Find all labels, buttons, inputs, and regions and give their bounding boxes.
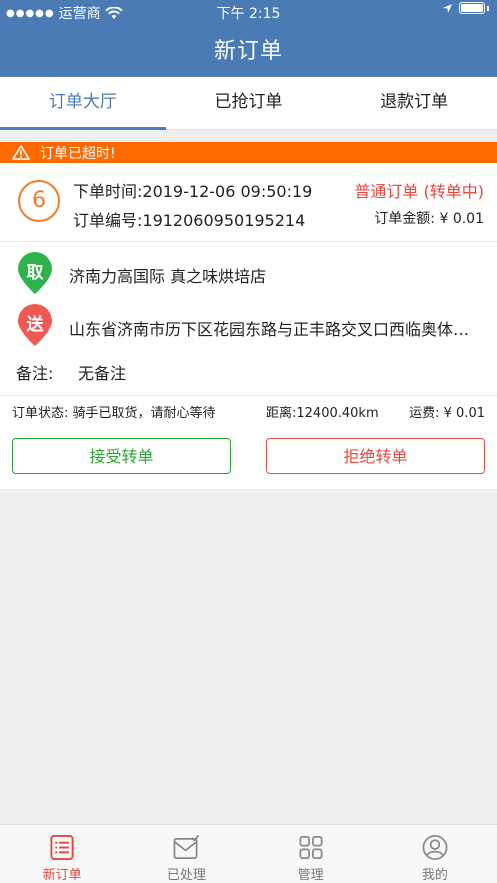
location-arrow-icon: [443, 3, 452, 13]
deliver-address: 山东省济南市历下区花园东路与正丰路交叉口西临奥体中路: [69, 320, 484, 339]
status-time: 下午 2:15: [216, 6, 281, 22]
order-number: 订单编号:1912060950195214: [73, 211, 306, 230]
pickup-pin-icon: 取: [16, 251, 54, 295]
status-bar: ●●●●● 运营商 下午 2:15: [0, 0, 497, 24]
tabbar-manage[interactable]: 管理: [249, 825, 373, 883]
order-tabs: 订单大厅 已抢订单 退款订单: [0, 77, 497, 130]
order-amount: 订单金额: ¥ 0.01: [374, 211, 484, 227]
order-time: 下单时间:2019-12-06 09:50:19: [73, 182, 313, 201]
tabbar-processed[interactable]: 已处理: [124, 825, 248, 883]
timeout-alert: 订单已超时!: [0, 142, 497, 163]
status-right: [442, 2, 489, 14]
mail-check-icon: [173, 834, 200, 859]
tab-grabbed-orders[interactable]: 已抢订单: [166, 77, 332, 129]
tab-order-hall[interactable]: 订单大厅: [0, 77, 166, 130]
user-icon: [422, 835, 448, 860]
order-type: 普通订单 (转单中): [354, 182, 484, 201]
grid-icon: [299, 836, 323, 859]
tabbar-label: 我的: [421, 868, 448, 883]
accept-transfer-button[interactable]: 接受转单: [12, 438, 231, 474]
divider: [0, 241, 497, 242]
page-title: 新订单: [213, 39, 283, 64]
bottom-tab-bar: 新订单 已处理 管理 我的: [0, 824, 497, 883]
deliver-pin-icon: 送: [16, 303, 54, 347]
alert-text: 订单已超时!: [40, 145, 116, 162]
tabbar-label: 已处理: [166, 868, 206, 883]
order-card[interactable]: 6 下单时间:2019-12-06 09:50:19 普通订单 (转单中) 订单…: [0, 163, 497, 489]
pickup-address: 济南力高国际 真之味烘培店: [69, 267, 267, 286]
divider: [0, 395, 497, 396]
remark-value: 无备注: [78, 364, 127, 383]
tabbar-mine[interactable]: 我的: [373, 825, 497, 883]
tabbar-new-orders[interactable]: 新订单: [0, 825, 124, 883]
order-sequence-badge: 6: [18, 180, 60, 222]
tabbar-label: 新订单: [42, 868, 82, 883]
warning-icon: [12, 145, 30, 160]
app-header: ●●●●● 运营商 下午 2:15 新订单: [0, 0, 497, 77]
deliver-badge-label: 送: [26, 315, 44, 335]
reject-transfer-button[interactable]: 拒绝转单: [266, 438, 485, 474]
order-status: 订单状态: 骑手已取货，请耐心等待: [12, 406, 216, 421]
pickup-badge-label: 取: [26, 263, 44, 283]
battery-icon: [459, 2, 485, 14]
tab-refund-orders[interactable]: 退款订单: [331, 77, 497, 129]
tabbar-label: 管理: [297, 868, 324, 883]
battery-tip: [487, 5, 489, 11]
order-distance: 距离:12400.40km: [266, 406, 379, 421]
delivery-fee: 运费: ¥ 0.01: [409, 406, 485, 421]
list-icon: [50, 834, 74, 861]
remark-label: 备注:: [16, 364, 54, 383]
